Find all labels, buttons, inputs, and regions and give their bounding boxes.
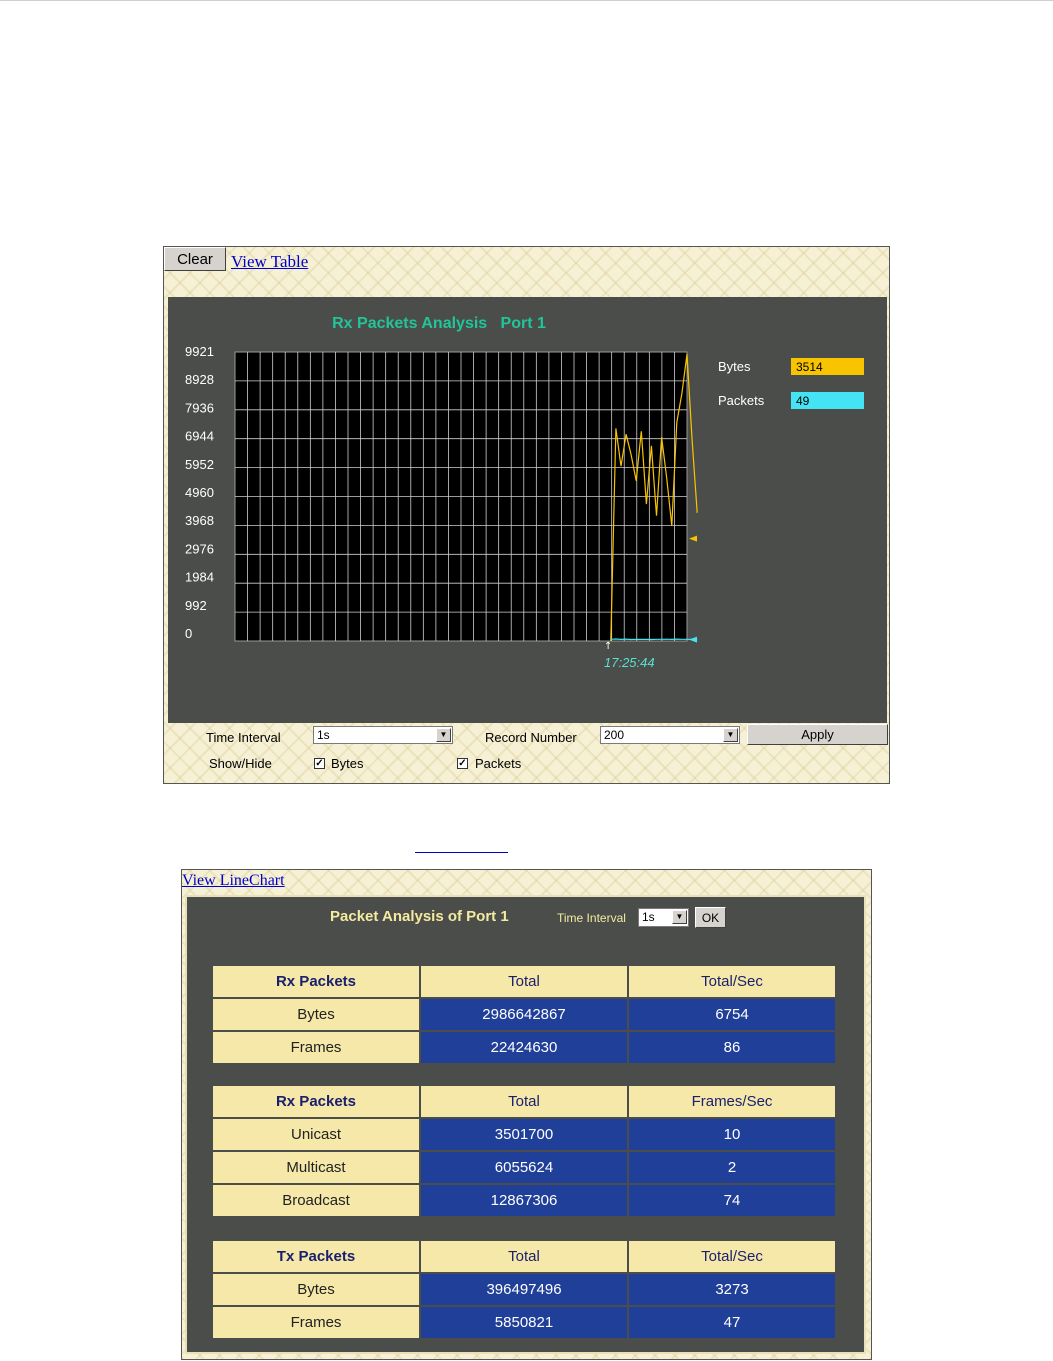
total-cell: 12867306	[421, 1185, 627, 1216]
packet-analysis-box: Packet Analysis of Port 1 Time Interval …	[185, 895, 866, 1354]
table-title: Packet Analysis of Port 1	[330, 908, 509, 925]
y-tick-label: 1984	[185, 570, 214, 585]
y-tick-label: 8928	[185, 372, 214, 387]
table-header: Total/Sec	[629, 1241, 835, 1272]
legend-label: Bytes	[718, 359, 751, 374]
bytes-checkbox[interactable]: ✓	[314, 758, 325, 769]
table-row: Frames 5850821 47	[213, 1307, 835, 1338]
table-row: Broadcast 12867306 74	[213, 1185, 835, 1216]
table-row: Frames 22424630 86	[213, 1032, 835, 1063]
time-interval-label: Time Interval	[557, 911, 626, 925]
rate-cell: 86	[629, 1032, 835, 1063]
total-cell: 22424630	[421, 1032, 627, 1063]
page-top-rule	[0, 0, 1053, 1]
y-tick-label: 0	[185, 626, 192, 641]
legend-value: 3514	[796, 360, 823, 374]
total-cell: 396497496	[421, 1274, 627, 1305]
y-tick-label: 6944	[185, 429, 214, 444]
table-header-row: Rx Packets Total Total/Sec	[213, 966, 835, 997]
row-label: Unicast	[213, 1119, 419, 1150]
table-header-row: Tx Packets Total Total/Sec	[213, 1241, 835, 1272]
row-label: Frames	[213, 1032, 419, 1063]
row-label: Broadcast	[213, 1185, 419, 1216]
y-tick-label: 3968	[185, 513, 214, 528]
record-number-value: 200	[604, 728, 625, 742]
table-row: Bytes 396497496 3273	[213, 1274, 835, 1305]
chart-controls: Time Interval 1s ▼ Record Number 200 ▼ A…	[168, 723, 888, 779]
current-value-marker-packets	[689, 636, 697, 643]
rx-bytes-frames-table: Rx Packets Total Total/Sec Bytes 2986642…	[211, 964, 837, 1065]
table-header: Total/Sec	[629, 966, 835, 997]
table-header: Total	[421, 1241, 627, 1272]
tx-table: Tx Packets Total Total/Sec Bytes 3964974…	[211, 1239, 837, 1340]
total-cell: 5850821	[421, 1307, 627, 1338]
timestamp-label: 17:25:44	[604, 655, 655, 670]
packet-table-panel: View LineChart Packet Analysis of Port 1…	[181, 869, 872, 1360]
rate-cell: 10	[629, 1119, 835, 1150]
table-header: Tx Packets	[213, 1241, 419, 1272]
row-label: Bytes	[213, 1274, 419, 1305]
row-label: Multicast	[213, 1152, 419, 1183]
packets-checkbox-label: Packets	[475, 756, 522, 771]
rate-cell: 6754	[629, 999, 835, 1030]
total-cell: 3501700	[421, 1119, 627, 1150]
table-header: Total	[421, 966, 627, 997]
time-interval-value: 1s	[642, 910, 655, 924]
legend-label: Packets	[718, 393, 765, 408]
table-row: Unicast 3501700 10	[213, 1119, 835, 1150]
line-chart: Rx Packets Analysis Port 1 9921 8928 7936 6…	[185, 315, 864, 670]
legend-value: 49	[796, 394, 810, 408]
total-cell: 2986642867	[421, 999, 627, 1030]
packets-checkbox[interactable]: ✓	[457, 758, 468, 769]
chevron-down-icon[interactable]: ▼	[672, 910, 687, 924]
time-interval-value: 1s	[317, 728, 330, 742]
time-interval-select[interactable]: 1s ▼	[313, 726, 453, 744]
view-table-link[interactable]: View Table	[231, 252, 308, 272]
table-header: Total	[421, 1086, 627, 1117]
y-tick-label: 2976	[185, 541, 214, 556]
y-tick-label: 9921	[185, 344, 214, 359]
table-row: Multicast 6055624 2	[213, 1152, 835, 1183]
rx-cast-table: Rx Packets Total Frames/Sec Unicast 3501…	[211, 1084, 837, 1218]
chart-area: Rx Packets Analysis Port 1 9921 8928 7936 6…	[168, 297, 887, 723]
current-value-marker-bytes	[689, 535, 697, 542]
view-linechart-link[interactable]: View LineChart	[182, 872, 285, 890]
ok-button[interactable]: OK	[695, 907, 726, 928]
record-number-select[interactable]: 200 ▼	[600, 726, 740, 744]
table-header: Rx Packets	[213, 1086, 419, 1117]
show-hide-label: Show/Hide	[209, 756, 272, 771]
series-line-packets	[610, 638, 698, 641]
rate-cell: 47	[629, 1307, 835, 1338]
time-interval-select[interactable]: 1s ▼	[638, 908, 689, 927]
table-header: Frames/Sec	[629, 1086, 835, 1117]
y-tick-label: 7936	[185, 400, 214, 415]
chart-legend: Bytes 3514 Packets 49	[718, 358, 864, 409]
rate-cell: 2	[629, 1152, 835, 1183]
bytes-checkbox-label: Bytes	[331, 756, 364, 771]
apply-button[interactable]: Apply	[747, 724, 888, 745]
time-interval-label: Time Interval	[206, 730, 281, 745]
table-row: Bytes 2986642867 6754	[213, 999, 835, 1030]
rate-cell: 3273	[629, 1274, 835, 1305]
record-number-label: Record Number	[485, 730, 577, 745]
y-tick-label: 5952	[185, 457, 214, 472]
y-tick-label: 4960	[185, 485, 214, 500]
row-label: Bytes	[213, 999, 419, 1030]
y-tick-label: 992	[185, 598, 207, 613]
chart-title: Rx Packets Analysis Port 1	[332, 315, 546, 332]
table-header: Rx Packets	[213, 966, 419, 997]
chevron-down-icon[interactable]: ▼	[723, 728, 738, 742]
rate-cell: 74	[629, 1185, 835, 1216]
clear-button[interactable]: Clear	[164, 247, 226, 271]
link-underline-fragment	[415, 852, 508, 853]
row-label: Frames	[213, 1307, 419, 1338]
time-arrow-icon: ↑	[604, 641, 612, 652]
chevron-down-icon[interactable]: ▼	[436, 728, 451, 742]
table-header-row: Rx Packets Total Frames/Sec	[213, 1086, 835, 1117]
total-cell: 6055624	[421, 1152, 627, 1183]
line-chart-panel: Clear View Table Rx Packets Analysis Por…	[163, 246, 890, 784]
